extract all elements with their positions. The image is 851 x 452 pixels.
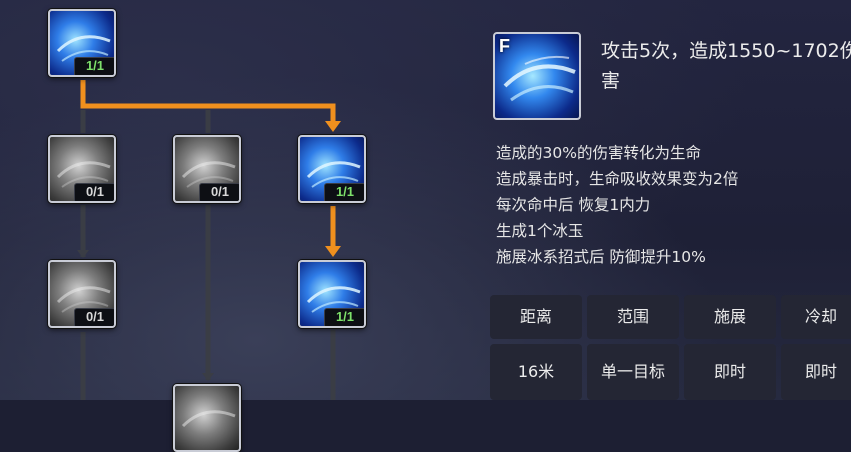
skill-node-root[interactable]: 1/1 — [48, 9, 116, 77]
stat-header-range: 距离 — [490, 295, 582, 339]
locked-swirl-icon — [181, 410, 236, 428]
skill-effect-line: 造成的30%的伤害转化为生命 — [496, 144, 701, 162]
stat-value-range: 16米 — [490, 344, 582, 400]
stat-value-area: 单一目标 — [587, 344, 679, 400]
skill-level-badge: 0/1 — [74, 308, 114, 326]
skill-level-badge: 0/1 — [199, 183, 239, 201]
skill-tree: 1/1 0/1 0/1 1/1 0/1 1/1 — [0, 0, 480, 452]
skill-node-c1r1[interactable]: 0/1 — [48, 135, 116, 203]
skill-effects-list: 造成的30%的伤害转化为生命 造成暴击时，生命吸收效果变为2倍 每次命中后 恢复… — [496, 140, 738, 270]
skill-effect-line: 造成暴击时，生命吸收效果变为2倍 — [496, 170, 739, 188]
skill-level-badge: 0/1 — [74, 183, 114, 201]
skill-effect-line: 生成1个冰玉 — [496, 222, 584, 240]
skill-level-badge: 1/1 — [324, 308, 364, 326]
skill-effect-line: 每次命中后 恢复1内力 — [496, 196, 651, 214]
stat-header-area: 范围 — [587, 295, 679, 339]
skill-node-c2r3[interactable] — [173, 384, 241, 452]
arrow-c2r1-c2r3 — [202, 373, 214, 381]
skill-description: 攻击5次，造成1550~1702伤害 — [601, 40, 851, 92]
skill-node-c3r2[interactable]: 1/1 — [298, 260, 366, 328]
skill-node-c3r1[interactable]: 1/1 — [298, 135, 366, 203]
skill-level-badge: 1/1 — [74, 57, 114, 75]
stat-value-cooldown: 即时 — [781, 344, 851, 400]
skill-level-badge: 1/1 — [324, 183, 364, 201]
skill-icon: F — [493, 32, 581, 120]
skill-node-c1r2[interactable]: 0/1 — [48, 260, 116, 328]
skill-hotkey-label: F — [499, 36, 510, 56]
arrow-root-c3r1 — [325, 121, 341, 132]
skill-node-c2r1[interactable]: 0/1 — [173, 135, 241, 203]
arrow-c1r1-c1r2 — [77, 250, 89, 258]
stat-value-cast: 即时 — [684, 344, 776, 400]
skill-effect-line: 施展冰系招式后 防御提升10% — [496, 248, 706, 266]
arrow-c3r1-c3r2 — [325, 246, 341, 257]
stat-header-cast: 施展 — [684, 295, 776, 339]
stat-header-cooldown: 冷却 — [781, 295, 851, 339]
skill-detail-panel: F 攻击5次，造成1550~1702伤害 造成的30%的伤害转化为生命 造成暴击… — [480, 0, 851, 400]
